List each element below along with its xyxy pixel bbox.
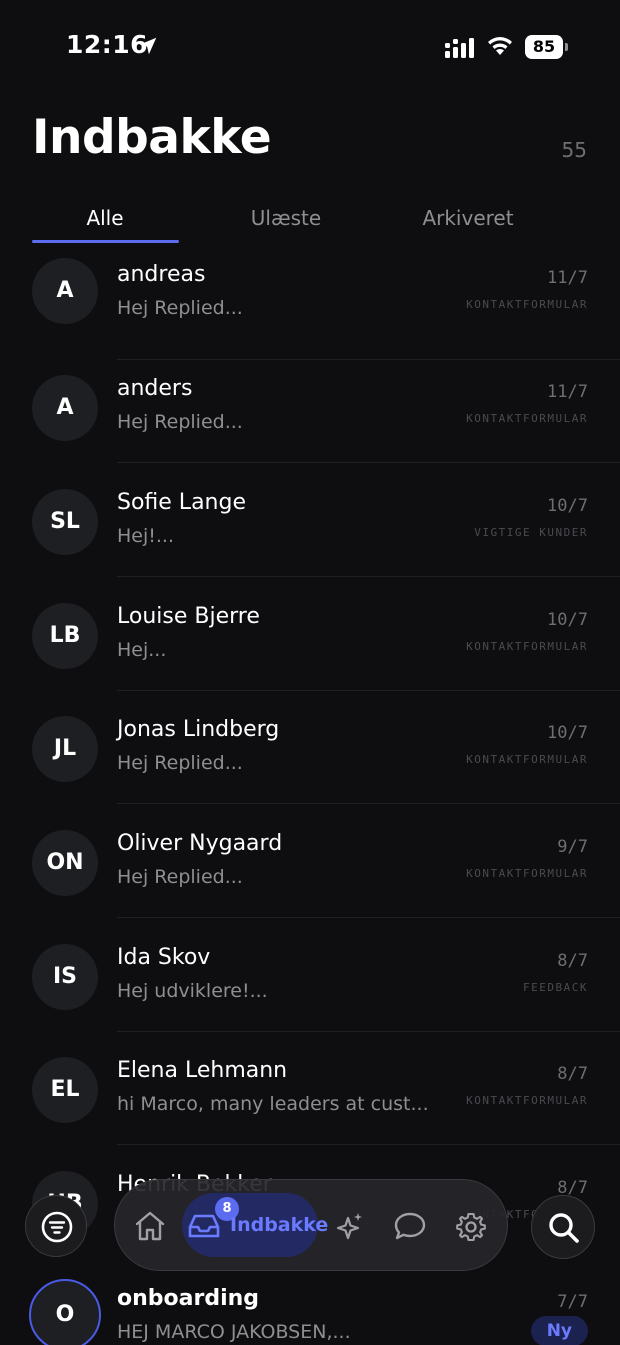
wifi-icon bbox=[488, 37, 512, 55]
category-tag: KONTAKTFORMULAR bbox=[466, 753, 588, 766]
status-bar: 12:16 85 bbox=[0, 0, 620, 92]
conversation-row[interactable]: O onboarding HEJ MARCO JAKOBSEN,... 7/7 … bbox=[0, 1259, 620, 1345]
filter-icon bbox=[41, 1211, 73, 1243]
message-date: 11/7 bbox=[547, 268, 588, 288]
conversation-row[interactable]: ON Oliver Nygaard Hej Replied... 9/7 KON… bbox=[0, 804, 620, 918]
new-badge: Ny bbox=[530, 1316, 588, 1345]
conversation-row[interactable]: SL Sofie Lange Hej!... 10/7 VIGTIGE KUND… bbox=[0, 463, 620, 577]
message-date: 8/7 bbox=[557, 1064, 588, 1084]
search-icon bbox=[549, 1213, 579, 1243]
avatar: JL bbox=[32, 716, 98, 782]
category-tag: KONTAKTFORMULAR bbox=[466, 412, 588, 425]
inbox-icon bbox=[188, 1214, 220, 1238]
conversation-row[interactable]: EL Elena Lehmann hi Marco, many leaders … bbox=[0, 1031, 620, 1145]
avatar: LB bbox=[32, 603, 98, 669]
message-preview: Hej Replied... bbox=[117, 866, 243, 888]
filter-button[interactable] bbox=[25, 1195, 87, 1257]
message-preview: Hej Replied... bbox=[117, 411, 243, 433]
avatar: EL bbox=[32, 1057, 98, 1123]
message-preview: Hej Replied... bbox=[117, 297, 243, 319]
tab-ulaeste[interactable]: Ulæste bbox=[196, 200, 376, 244]
conversation-row[interactable]: LB Louise Bjerre Hej... 10/7 KONTAKTFORM… bbox=[0, 577, 620, 691]
sender-name: onboarding bbox=[117, 1286, 260, 1311]
category-tag: KONTAKTFORMULAR bbox=[466, 640, 588, 653]
chat-icon[interactable] bbox=[393, 1211, 427, 1241]
sender-name: Jonas Lindberg bbox=[117, 717, 280, 742]
category-tag: FEEDBACK bbox=[523, 981, 588, 994]
status-time: 12:16 bbox=[66, 30, 149, 59]
category-tag: VIGTIGE KUNDER bbox=[474, 526, 588, 539]
message-date: 8/7 bbox=[557, 951, 588, 971]
conversation-row[interactable]: IS Ida Skov Hej udviklere!... 8/7 FEEDBA… bbox=[0, 918, 620, 1032]
tab-alle[interactable]: Alle bbox=[15, 200, 195, 244]
conversation-row[interactable]: JL Jonas Lindberg Hej Replied... 10/7 KO… bbox=[0, 690, 620, 804]
message-date: 10/7 bbox=[547, 496, 588, 516]
message-date: 10/7 bbox=[547, 610, 588, 630]
sender-name: Sofie Lange bbox=[117, 490, 246, 515]
conversation-row[interactable]: A anders Hej Replied... 11/7 KONTAKTFORM… bbox=[0, 349, 620, 463]
conversation-count: 55 bbox=[561, 138, 587, 162]
avatar: A bbox=[32, 258, 98, 324]
signal-icon bbox=[445, 38, 474, 58]
message-date: 11/7 bbox=[547, 382, 588, 402]
sender-name: Elena Lehmann bbox=[117, 1058, 288, 1083]
category-tag: KONTAKTFORMULAR bbox=[466, 867, 588, 880]
message-preview: HEJ MARCO JAKOBSEN,... bbox=[117, 1321, 351, 1343]
active-tab-indicator bbox=[32, 240, 179, 243]
location-arrow-icon bbox=[139, 37, 157, 55]
avatar: ON bbox=[32, 830, 98, 896]
sparkles-icon[interactable] bbox=[334, 1210, 366, 1242]
message-preview: Hej!... bbox=[117, 525, 174, 547]
avatar: O bbox=[29, 1279, 101, 1345]
conversation-row[interactable]: A andreas Hej Replied... 11/7 KONTAKTFOR… bbox=[0, 246, 620, 360]
avatar: A bbox=[32, 375, 98, 441]
message-preview: Hej... bbox=[117, 639, 167, 661]
page-title: Indbakke bbox=[32, 110, 272, 165]
message-date: 9/7 bbox=[557, 837, 588, 857]
message-preview: hi Marco, many leaders at cust... bbox=[117, 1093, 429, 1115]
sender-name: andreas bbox=[117, 262, 206, 287]
sender-name: anders bbox=[117, 376, 193, 401]
message-date: 7/7 bbox=[557, 1292, 588, 1312]
battery-indicator: 85 bbox=[525, 35, 569, 59]
message-date: 10/7 bbox=[547, 723, 588, 743]
tab-arkiveret[interactable]: Arkiveret bbox=[378, 200, 558, 244]
category-tag: KONTAKTFORMULAR bbox=[466, 298, 588, 311]
nav-inbox-label: Indbakke bbox=[230, 1214, 329, 1236]
sender-name: Ida Skov bbox=[117, 945, 211, 970]
message-preview: Hej Replied... bbox=[117, 752, 243, 774]
battery-level: 85 bbox=[525, 35, 563, 59]
inbox-screen: 12:16 85 Indbakke 55 Alle Ulæste Arkiver… bbox=[0, 0, 620, 1345]
settings-icon[interactable] bbox=[455, 1211, 487, 1243]
search-button[interactable] bbox=[531, 1195, 595, 1259]
bottom-navigation: 8 Indbakke bbox=[114, 1179, 508, 1271]
battery-cap bbox=[565, 43, 568, 51]
message-preview: Hej udviklere!... bbox=[117, 980, 268, 1002]
avatar: SL bbox=[32, 489, 98, 555]
sender-name: Louise Bjerre bbox=[117, 604, 260, 629]
sender-name: Oliver Nygaard bbox=[117, 831, 283, 856]
avatar: IS bbox=[32, 944, 98, 1010]
home-icon[interactable] bbox=[133, 1210, 167, 1242]
category-tag: KONTAKTFORMULAR bbox=[466, 1094, 588, 1107]
